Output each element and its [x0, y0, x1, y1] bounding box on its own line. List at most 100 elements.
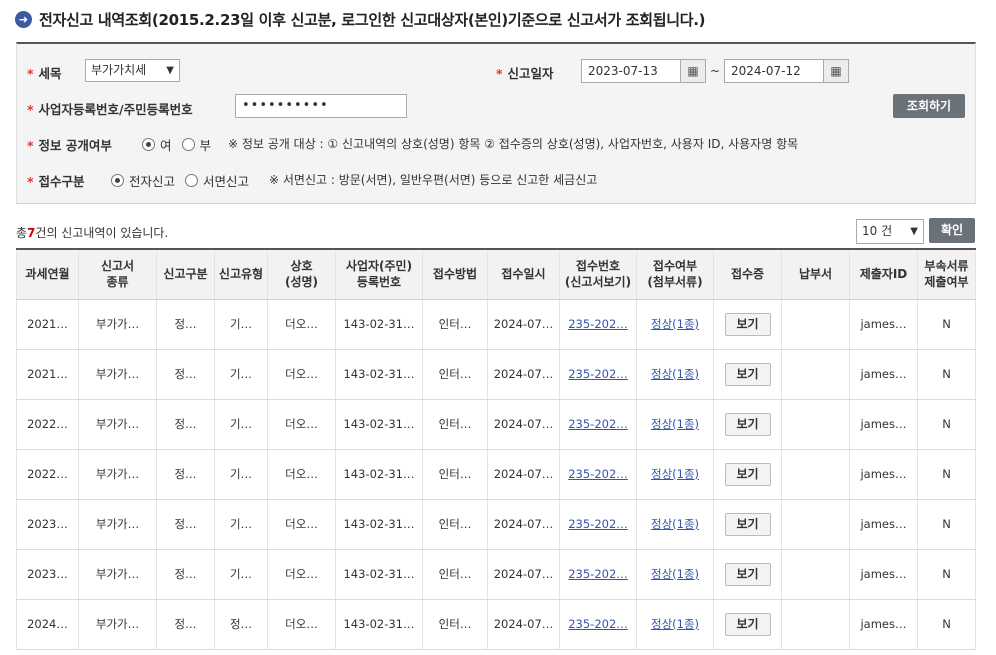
receipt-number-link[interactable]: 235-202… — [568, 517, 628, 531]
column-header: 접수방법 — [422, 248, 488, 300]
receipt-status-link[interactable]: 정상(1종) — [651, 517, 699, 531]
column-header-line: (첨부서류) — [647, 275, 703, 290]
company-name-cell: 더오… — [267, 599, 336, 650]
report-category-cell: 정… — [156, 549, 215, 600]
view-receipt-button[interactable]: 보기 — [724, 362, 771, 386]
receipt-certificate-cell: 보기 — [713, 349, 782, 400]
submitter-id-cell: james… — [849, 299, 918, 350]
disclosure-no-radio[interactable] — [181, 138, 195, 151]
date-from-input[interactable]: 2023-07-13 — [581, 59, 681, 83]
receipt-electronic-radio[interactable] — [111, 174, 124, 187]
id-number-input[interactable]: •••••••••• — [235, 94, 407, 118]
view-receipt-button[interactable]: 보기 — [724, 462, 771, 486]
report-category-cell: 정… — [156, 449, 215, 500]
page-size-select[interactable]: 10 건 ▼ — [856, 219, 924, 244]
report-table: 과세연월 신고서 종류 신고구분 신고유형 상호 (성명) 사업자(주민) 등록번호 접수방법 접수… — [16, 248, 976, 650]
disclosure-radio-group: 여 부 — [142, 135, 221, 154]
report-date-label: * 신고일자 — [496, 66, 554, 81]
search-button[interactable]: 조회하기 — [893, 94, 965, 118]
company-name-cell: 더오… — [267, 349, 336, 400]
column-header-line: 과세연월 — [25, 267, 70, 282]
attachment-submitted-cell: N — [917, 599, 976, 650]
view-receipt-button[interactable]: 보기 — [724, 412, 771, 436]
column-header: 신고구분 — [156, 248, 215, 300]
report-category-cell: 정… — [156, 499, 215, 550]
attachment-submitted-cell: N — [917, 349, 976, 400]
receipt-status-cell: 정상(1종) — [636, 499, 714, 550]
table-row: 2023… 부가가… 정… 기… 더오… 143-02-31… 인터… 2024-07… 235… — [16, 549, 976, 600]
form-type-cell: 부가가… — [78, 349, 157, 400]
tax-period-cell: 2023… — [16, 549, 79, 600]
calendar-icon[interactable]: ▦ — [680, 59, 706, 83]
receipt-radio-group: 전자신고 서면신고 — [111, 171, 259, 190]
calendar-icon[interactable]: ▦ — [823, 59, 849, 83]
view-receipt-button[interactable]: 보기 — [724, 512, 771, 536]
company-name-cell: 더오… — [267, 299, 336, 350]
receipt-status-link[interactable]: 정상(1종) — [651, 567, 699, 581]
date-separator: ~ — [710, 64, 721, 78]
receipt-status-link[interactable]: 정상(1종) — [651, 467, 699, 481]
search-panel: * 세목 부가가치세 ▼ * 신고일자 2023-07-13 ▦ ~ 2024-07-… — [16, 42, 976, 204]
report-category-cell: 정… — [156, 599, 215, 650]
tax-type-select[interactable]: 부가가치세 ▼ — [85, 59, 180, 82]
receipt-number-link[interactable]: 235-202… — [568, 317, 628, 331]
payment-slip-cell — [781, 349, 850, 400]
receipt-status-link[interactable]: 정상(1종) — [651, 317, 699, 331]
receipt-datetime-cell: 2024-07… — [487, 399, 560, 450]
receipt-method-cell: 인터… — [422, 449, 488, 500]
receipt-number-link[interactable]: 235-202… — [568, 467, 628, 481]
receipt-datetime-cell: 2024-07… — [487, 599, 560, 650]
column-header: 납부서 — [781, 248, 850, 300]
attachment-submitted-cell: N — [917, 399, 976, 450]
disclosure-yes-radio[interactable] — [142, 138, 155, 151]
business-number-cell: 143-02-31… — [335, 499, 423, 550]
column-header-line: 접수방법 — [432, 267, 478, 282]
receipt-status-link[interactable]: 정상(1종) — [651, 417, 699, 431]
business-number-cell: 143-02-31… — [335, 599, 423, 650]
view-receipt-button[interactable]: 보기 — [724, 612, 771, 636]
column-header-line: 접수번호 — [575, 259, 621, 274]
arrow-right-circle-icon: ➜ — [15, 10, 32, 28]
receipt-status-link[interactable]: 정상(1종) — [651, 617, 699, 631]
disclosure-yes-label: 여 — [160, 138, 172, 153]
tax-period-cell: 2024… — [16, 599, 79, 650]
receipt-number-link[interactable]: 235-202… — [568, 367, 628, 381]
date-to-input[interactable]: 2024-07-12 — [724, 59, 824, 83]
view-receipt-button[interactable]: 보기 — [724, 312, 771, 336]
receipt-certificate-cell: 보기 — [713, 599, 782, 650]
receipt-electronic-label: 전자신고 — [129, 174, 176, 189]
receipt-paper-radio[interactable] — [185, 174, 199, 187]
receipt-number-cell: 235-202… — [559, 299, 637, 350]
chevron-down-icon: ▼ — [166, 65, 174, 76]
column-header-line: 신고구분 — [163, 267, 208, 282]
form-type-cell: 부가가… — [78, 549, 157, 600]
attachment-submitted-cell: N — [917, 299, 976, 350]
confirm-button[interactable]: 확인 — [929, 218, 975, 243]
report-type-cell: 기… — [214, 349, 268, 400]
receipt-number-cell: 235-202… — [559, 599, 637, 650]
column-header-line: 신고유형 — [218, 267, 264, 282]
receipt-datetime-cell: 2024-07… — [487, 499, 560, 550]
receipt-status-link[interactable]: 정상(1종) — [651, 367, 699, 381]
receipt-number-link[interactable]: 235-202… — [568, 567, 628, 581]
receipt-number-link[interactable]: 235-202… — [568, 617, 628, 631]
payment-slip-cell — [781, 299, 850, 350]
column-header-line: 신고서 — [100, 259, 135, 274]
submitter-id-cell: james… — [849, 599, 918, 650]
report-category-cell: 정… — [156, 299, 215, 350]
column-header-line: 제출자ID — [859, 267, 908, 282]
submitter-id-cell: james… — [849, 499, 918, 550]
page-title-row: ➜ 전자신고 내역조회(2015.2.23일 이후 신고분, 로그인한 신고대상… — [15, 8, 706, 30]
business-number-cell: 143-02-31… — [335, 349, 423, 400]
payment-slip-cell — [781, 599, 850, 650]
chevron-down-icon: ▼ — [910, 226, 918, 237]
submitter-id-cell: james… — [849, 449, 918, 500]
table-header-row: 과세연월 신고서 종류 신고구분 신고유형 상호 (성명) 사업자(주민) 등록번호 접수방법 접수… — [16, 248, 976, 300]
receipt-number-link[interactable]: 235-202… — [568, 417, 628, 431]
disclosure-no-label: 부 — [199, 138, 212, 153]
tax-type-label: * 세목 — [27, 66, 62, 81]
result-count: 총7건의 신고내역이 있습니다. — [16, 226, 169, 240]
column-header-line: 접수증 — [730, 267, 765, 282]
receipt-datetime-cell: 2024-07… — [487, 449, 560, 500]
view-receipt-button[interactable]: 보기 — [724, 562, 771, 586]
